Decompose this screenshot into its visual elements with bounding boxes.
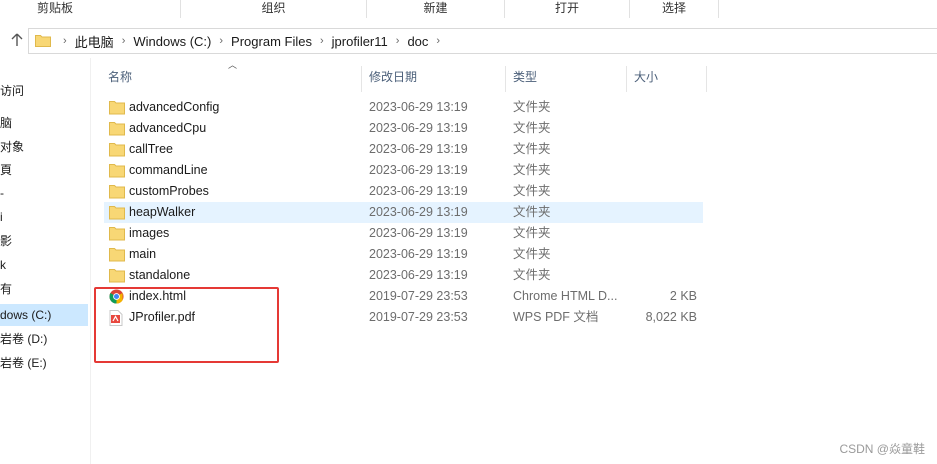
folder-icon [109,268,125,283]
file-type: 文件夹 [513,226,551,240]
crumb-this-pc[interactable]: 此电脑 [75,32,114,51]
file-date: 2023-06-29 13:19 [369,226,468,240]
nav-item-desktop[interactable]: 有 [0,278,88,300]
column-divider[interactable] [626,66,627,92]
annotation-box [94,287,279,363]
file-date: 2019-07-29 23:53 [369,310,468,324]
navigation-pane: 访问 脑 对象 頁 - i 影 k 有 dows (C:) 岩卷 (D:) 岩卷… [0,58,90,464]
file-type: WPS PDF 文档 [513,310,599,324]
file-name: heapWalker [129,205,196,219]
file-date: 2019-07-29 23:53 [369,289,468,303]
file-name: callTree [129,142,173,156]
folder-icon [109,142,125,157]
column-divider[interactable] [706,66,707,92]
folder-icon [35,34,51,47]
watermark: CSDN @焱童鞋 [839,442,925,456]
file-row[interactable]: standalone 2023-06-29 13:19 文件夹 [104,265,703,286]
ribbon-group-open[interactable]: 打开 [505,0,629,18]
file-size: 2 KB [669,289,697,303]
chevron-right-icon[interactable]: › [211,35,231,47]
nav-item-downloads[interactable]: 影 [0,230,88,252]
nav-item-drive-d[interactable]: 岩卷 (D:) [0,328,88,350]
file-type: 文件夹 [513,121,551,135]
column-header-name[interactable]: 名称 [108,66,358,90]
folder-icon [109,121,125,136]
file-date: 2023-06-29 13:19 [369,205,468,219]
chevron-right-icon[interactable]: › [312,35,332,47]
ribbon-group-clipboard[interactable]: 剪贴板 [0,0,110,18]
file-name: advancedConfig [129,100,220,114]
file-type: 文件夹 [513,268,551,282]
file-row[interactable]: main 2023-06-29 13:19 文件夹 [104,244,703,265]
file-name: main [129,247,157,261]
nav-item-music[interactable]: k [0,254,88,276]
chevron-right-icon[interactable]: › [55,35,75,47]
file-type: 文件夹 [513,163,551,177]
nav-item-videos[interactable]: 頁 [0,159,88,181]
pane-divider[interactable] [90,58,91,464]
crumb-jprofiler11[interactable]: jprofiler11 [332,34,388,49]
file-row[interactable]: callTree 2023-06-29 13:19 文件夹 [104,139,703,160]
nav-item-drive-e[interactable]: 岩卷 (E:) [0,352,88,374]
file-name: customProbes [129,184,209,198]
folder-icon [109,205,125,220]
nav-item-quick-access[interactable]: 访问 [0,80,88,102]
file-date: 2023-06-29 13:19 [369,121,468,135]
file-type: 文件夹 [513,100,551,114]
nav-item-this-pc[interactable]: 脑 [0,112,88,134]
crumb-program-files[interactable]: Program Files [231,34,312,49]
file-date: 2023-06-29 13:19 [369,247,468,261]
breadcrumb: › 此电脑 › Windows (C:) › Program Files › j… [55,29,448,53]
chevron-right-icon[interactable]: › [114,35,134,47]
folder-icon [109,163,125,178]
folder-icon [109,226,125,241]
file-type: 文件夹 [513,184,551,198]
ribbon: 剪贴板 组织 新建 打开 选择 [0,0,937,20]
file-row[interactable]: advancedConfig 2023-06-29 13:19 文件夹 [104,97,703,118]
ribbon-group-select[interactable]: 选择 [630,0,718,18]
file-row[interactable]: commandLine 2023-06-29 13:19 文件夹 [104,160,703,181]
nav-item-drive-c[interactable]: dows (C:) [0,304,88,326]
column-header-type[interactable]: 类型 [513,66,623,90]
ribbon-separator [718,0,719,18]
address-bar[interactable]: › 此电脑 › Windows (C:) › Program Files › j… [28,28,937,54]
file-type: 文件夹 [513,142,551,156]
nav-item-documents[interactable]: i [0,206,88,228]
folder-icon [109,100,125,115]
file-name: commandLine [129,163,208,177]
file-date: 2023-06-29 13:19 [369,268,468,282]
file-name: images [129,226,170,240]
file-row[interactable]: customProbes 2023-06-29 13:19 文件夹 [104,181,703,202]
up-arrow-icon[interactable] [10,32,24,48]
chevron-right-icon[interactable]: › [428,35,448,47]
file-row[interactable]: images 2023-06-29 13:19 文件夹 [104,223,703,244]
chevron-right-icon[interactable]: › [388,35,408,47]
file-type: 文件夹 [513,205,551,219]
crumb-drive-c[interactable]: Windows (C:) [133,34,211,49]
folder-icon [109,184,125,199]
file-type: Chrome HTML D... [513,289,618,303]
crumb-doc[interactable]: doc [407,34,428,49]
column-header-size[interactable]: 大小 [634,66,704,90]
file-row[interactable]: advancedCpu 2023-06-29 13:19 文件夹 [104,118,703,139]
column-header-date[interactable]: 修改日期 [369,66,499,90]
file-name: standalone [129,268,191,282]
ribbon-group-new[interactable]: 新建 [367,0,504,18]
column-divider[interactable] [361,66,362,92]
nav-item-3d-objects[interactable]: 对象 [0,136,88,158]
ribbon-group-organize[interactable]: 组织 [181,0,366,18]
file-size: 8,022 KB [645,310,697,324]
nav-item-pictures[interactable]: - [0,182,88,204]
column-divider[interactable] [505,66,506,92]
file-date: 2023-06-29 13:19 [369,100,468,114]
folder-icon [109,247,125,262]
file-date: 2023-06-29 13:19 [369,184,468,198]
file-type: 文件夹 [513,247,551,261]
file-row[interactable]: heapWalker 2023-06-29 13:19 文件夹 [104,202,703,223]
file-name: advancedCpu [129,121,207,135]
file-date: 2023-06-29 13:19 [369,163,468,177]
file-date: 2023-06-29 13:19 [369,142,468,156]
